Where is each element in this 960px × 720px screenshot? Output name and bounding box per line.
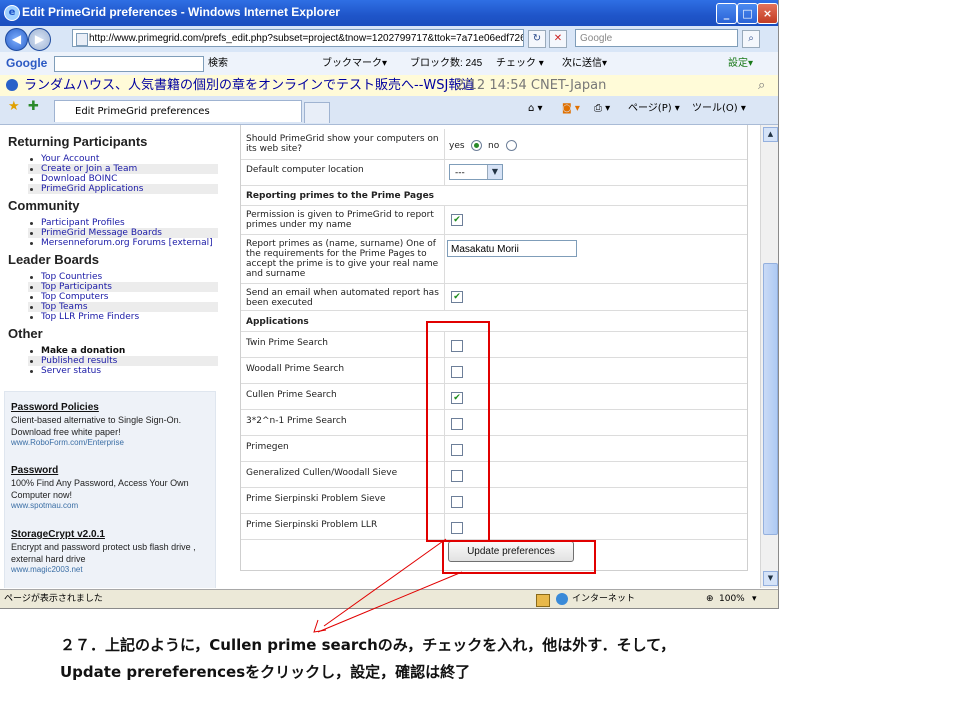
arrow-line [317, 571, 463, 633]
instruction-caption-line-2: Update prereferencesをクリックし，設定，確認は終了 [60, 663, 471, 681]
arrow-line [323, 538, 447, 627]
annotation-arrows [313, 538, 463, 633]
instruction-caption-line-1: ２７．上記のように，Cullen prime searchのみ，チェックを入れ，… [60, 636, 676, 654]
